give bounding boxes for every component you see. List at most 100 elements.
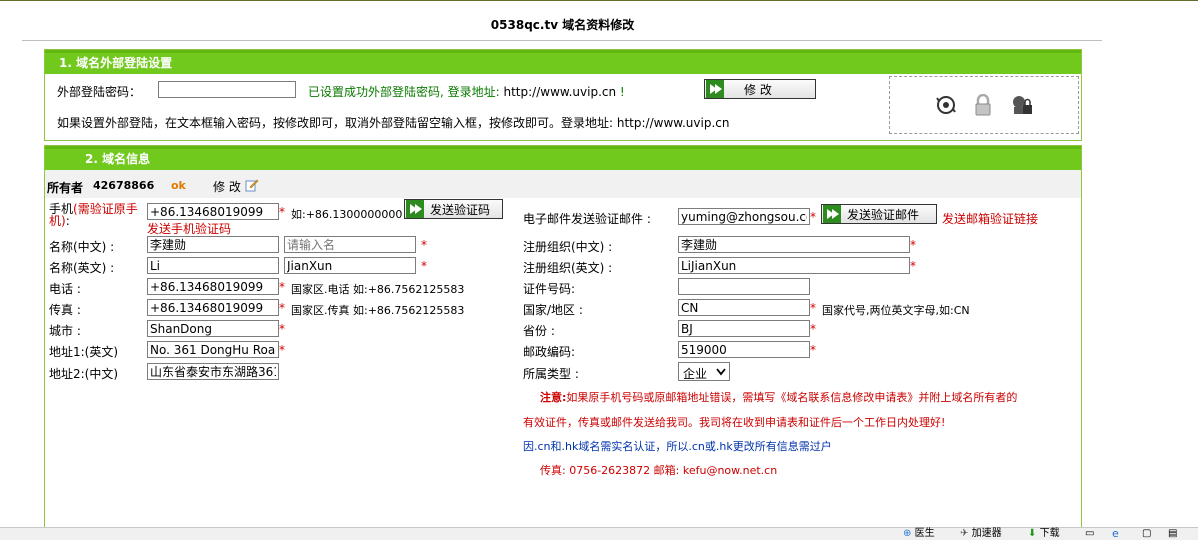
fax-input[interactable]: [147, 299, 279, 316]
page-title: 0538qc.tv 域名资料修改: [490, 18, 635, 32]
send-email-label: 发送验证邮件: [847, 207, 920, 222]
required-star: *: [279, 322, 285, 336]
fax-label: 传真 :: [49, 303, 81, 317]
refresh-icon[interactable]: [936, 95, 956, 115]
name-en-first-input[interactable]: [147, 257, 279, 274]
notice-line1: 注意:如果原手机号码或原邮箱地址错误，需填写《域名联系信息修改申请表》并附上域名…: [540, 389, 1017, 405]
id-number-label: 证件号码:: [523, 282, 576, 296]
modify-owner-label: 修 改: [213, 180, 241, 194]
name-cn-label: 名称(中文) :: [49, 240, 115, 254]
title-divider: [22, 40, 1102, 41]
status-message-end: !: [616, 85, 625, 99]
phone-label: 手机(需验证原手机):: [49, 202, 138, 228]
phone-hint: 如:+86.1300000000: [291, 208, 403, 221]
external-password-label: 外部登陆密码：: [57, 85, 142, 99]
tel-label: 电话 :: [49, 282, 81, 296]
section2-header: 2. 域名信息: [45, 146, 1081, 170]
city-label: 城市 :: [49, 324, 81, 338]
zip-input[interactable]: [678, 341, 810, 358]
page-icon[interactable]: ▢: [1142, 529, 1151, 539]
name-en-label: 名称(英文) :: [49, 261, 115, 275]
country-hint: 国家代号,两位英文字母,如:CN: [822, 304, 970, 317]
org-cn-input[interactable]: [678, 236, 910, 253]
address1-label: 地址1:(英文): [49, 345, 119, 359]
accelerator-icon: ✈: [960, 528, 969, 539]
zoom-icon[interactable]: ▤: [1168, 529, 1177, 539]
city-input[interactable]: [147, 320, 279, 337]
doctor-icon: ⊕: [903, 528, 912, 539]
owner-label: 所有者: [47, 181, 84, 195]
address1-input[interactable]: [147, 341, 279, 358]
name-cn-second-input[interactable]: [284, 236, 416, 253]
tel-input[interactable]: [147, 278, 279, 295]
external-password-input[interactable]: [158, 81, 296, 98]
double-arrow-icon: [406, 200, 424, 218]
section1-header: 1. 域名外部登陆设置: [45, 50, 1081, 74]
type-label: 所属类型 :: [523, 367, 579, 381]
required-star: *: [810, 210, 816, 224]
required-star: *: [810, 343, 816, 357]
download-item[interactable]: ⬇ 下载: [1028, 529, 1060, 539]
required-star: *: [279, 280, 285, 294]
country-input[interactable]: [678, 299, 810, 316]
id-number-input[interactable]: [678, 278, 810, 295]
email-label: 电子邮件发送验证邮件 :: [523, 212, 651, 226]
user-lock-icon[interactable]: [1010, 94, 1034, 116]
double-arrow-icon: [823, 205, 841, 223]
send-email-button[interactable]: 发送验证邮件: [821, 204, 937, 224]
required-star: *: [910, 259, 916, 273]
fax-hint: 国家区.传真 如:+86.7562125583: [291, 304, 465, 317]
notice-cn: 因.cn和.hk域名需实名认证，所以.cn或.hk更改所有信息需过户: [523, 440, 832, 453]
required-star: *: [421, 259, 427, 273]
browser-statusbar: ⊕ 医生 ✈ 加速器 ⬇ 下载 ▭ e ▢ ▤: [0, 527, 1198, 540]
modify-owner-link[interactable]: 修 改: [213, 178, 259, 195]
phone-input[interactable]: [147, 203, 279, 220]
address2-input[interactable]: [147, 363, 279, 380]
email-input[interactable]: [678, 208, 810, 225]
accelerator-item[interactable]: ✈ 加速器: [960, 529, 1002, 539]
edit-icon: [245, 179, 259, 192]
send-sms-button[interactable]: 发送验证码: [404, 199, 503, 219]
zip-label: 邮政编码:: [523, 345, 576, 359]
download-icon: ⬇: [1028, 528, 1037, 539]
country-label: 国家/地区 :: [523, 303, 583, 317]
org-en-label: 注册组织(英文) :: [523, 261, 613, 275]
address2-label: 地址2:(中文): [49, 367, 119, 381]
status-url[interactable]: http://www.uvip.cn: [504, 85, 617, 99]
chevron-down-icon: [716, 368, 726, 376]
name-cn-input[interactable]: [147, 236, 279, 253]
send-email-link[interactable]: 发送邮箱验证链接: [942, 210, 1038, 227]
doctor-item[interactable]: ⊕ 医生: [903, 529, 935, 539]
modify-password-button[interactable]: 修 改: [704, 79, 816, 99]
required-star: *: [910, 238, 916, 252]
notice-title: 注意:: [540, 391, 567, 404]
required-star: *: [279, 205, 285, 219]
type-select[interactable]: 企业: [678, 362, 730, 381]
lock-icon[interactable]: [974, 94, 992, 116]
window-icon[interactable]: ▭: [1085, 529, 1094, 539]
ie-icon[interactable]: e: [1112, 528, 1119, 539]
required-star: *: [810, 301, 816, 315]
province-input[interactable]: [678, 320, 810, 337]
required-star: *: [279, 301, 285, 315]
name-en-last-input[interactable]: [284, 257, 416, 274]
required-star: *: [279, 343, 285, 357]
contact-info: 传真: 0756-2623872 邮箱: kefu@now.net.cn: [540, 464, 778, 477]
send-sms-label: 发送验证码: [430, 202, 491, 217]
org-cn-label: 注册组织(中文) :: [523, 240, 613, 254]
send-sms-link[interactable]: 发送手机验证码: [147, 220, 231, 237]
type-select-value: 企业: [683, 367, 708, 381]
required-star: *: [421, 238, 427, 252]
modify-button-label: 修 改: [744, 82, 772, 97]
status-message: 已设置成功外部登陆密码, 登录地址: http://www.uvip.cn !: [308, 83, 625, 100]
owner-id: 42678866: [93, 179, 155, 192]
window-top-border: [0, 0, 1198, 1]
notice-line2: 有效证件，传真或邮件发送给我司。我司将在收到申请表和证件后一个工作日内处理好!: [523, 416, 946, 429]
tools-box: [889, 76, 1079, 134]
province-label: 省份 :: [523, 324, 555, 338]
notice-text1: 如果原手机号码或原邮箱地址错误，需填写《域名联系信息修改申请表》并附上域名所有者…: [566, 391, 1018, 404]
status-message-text: 已设置成功外部登陆密码, 登录地址:: [308, 85, 504, 99]
org-en-input[interactable]: [678, 257, 910, 274]
help-text: 如果设置外部登陆，在文本框输入密码，按修改即可，取消外部登陆留空输入框，按修改即…: [57, 116, 730, 130]
tel-hint: 国家区.电话 如:+86.7562125583: [291, 283, 465, 296]
